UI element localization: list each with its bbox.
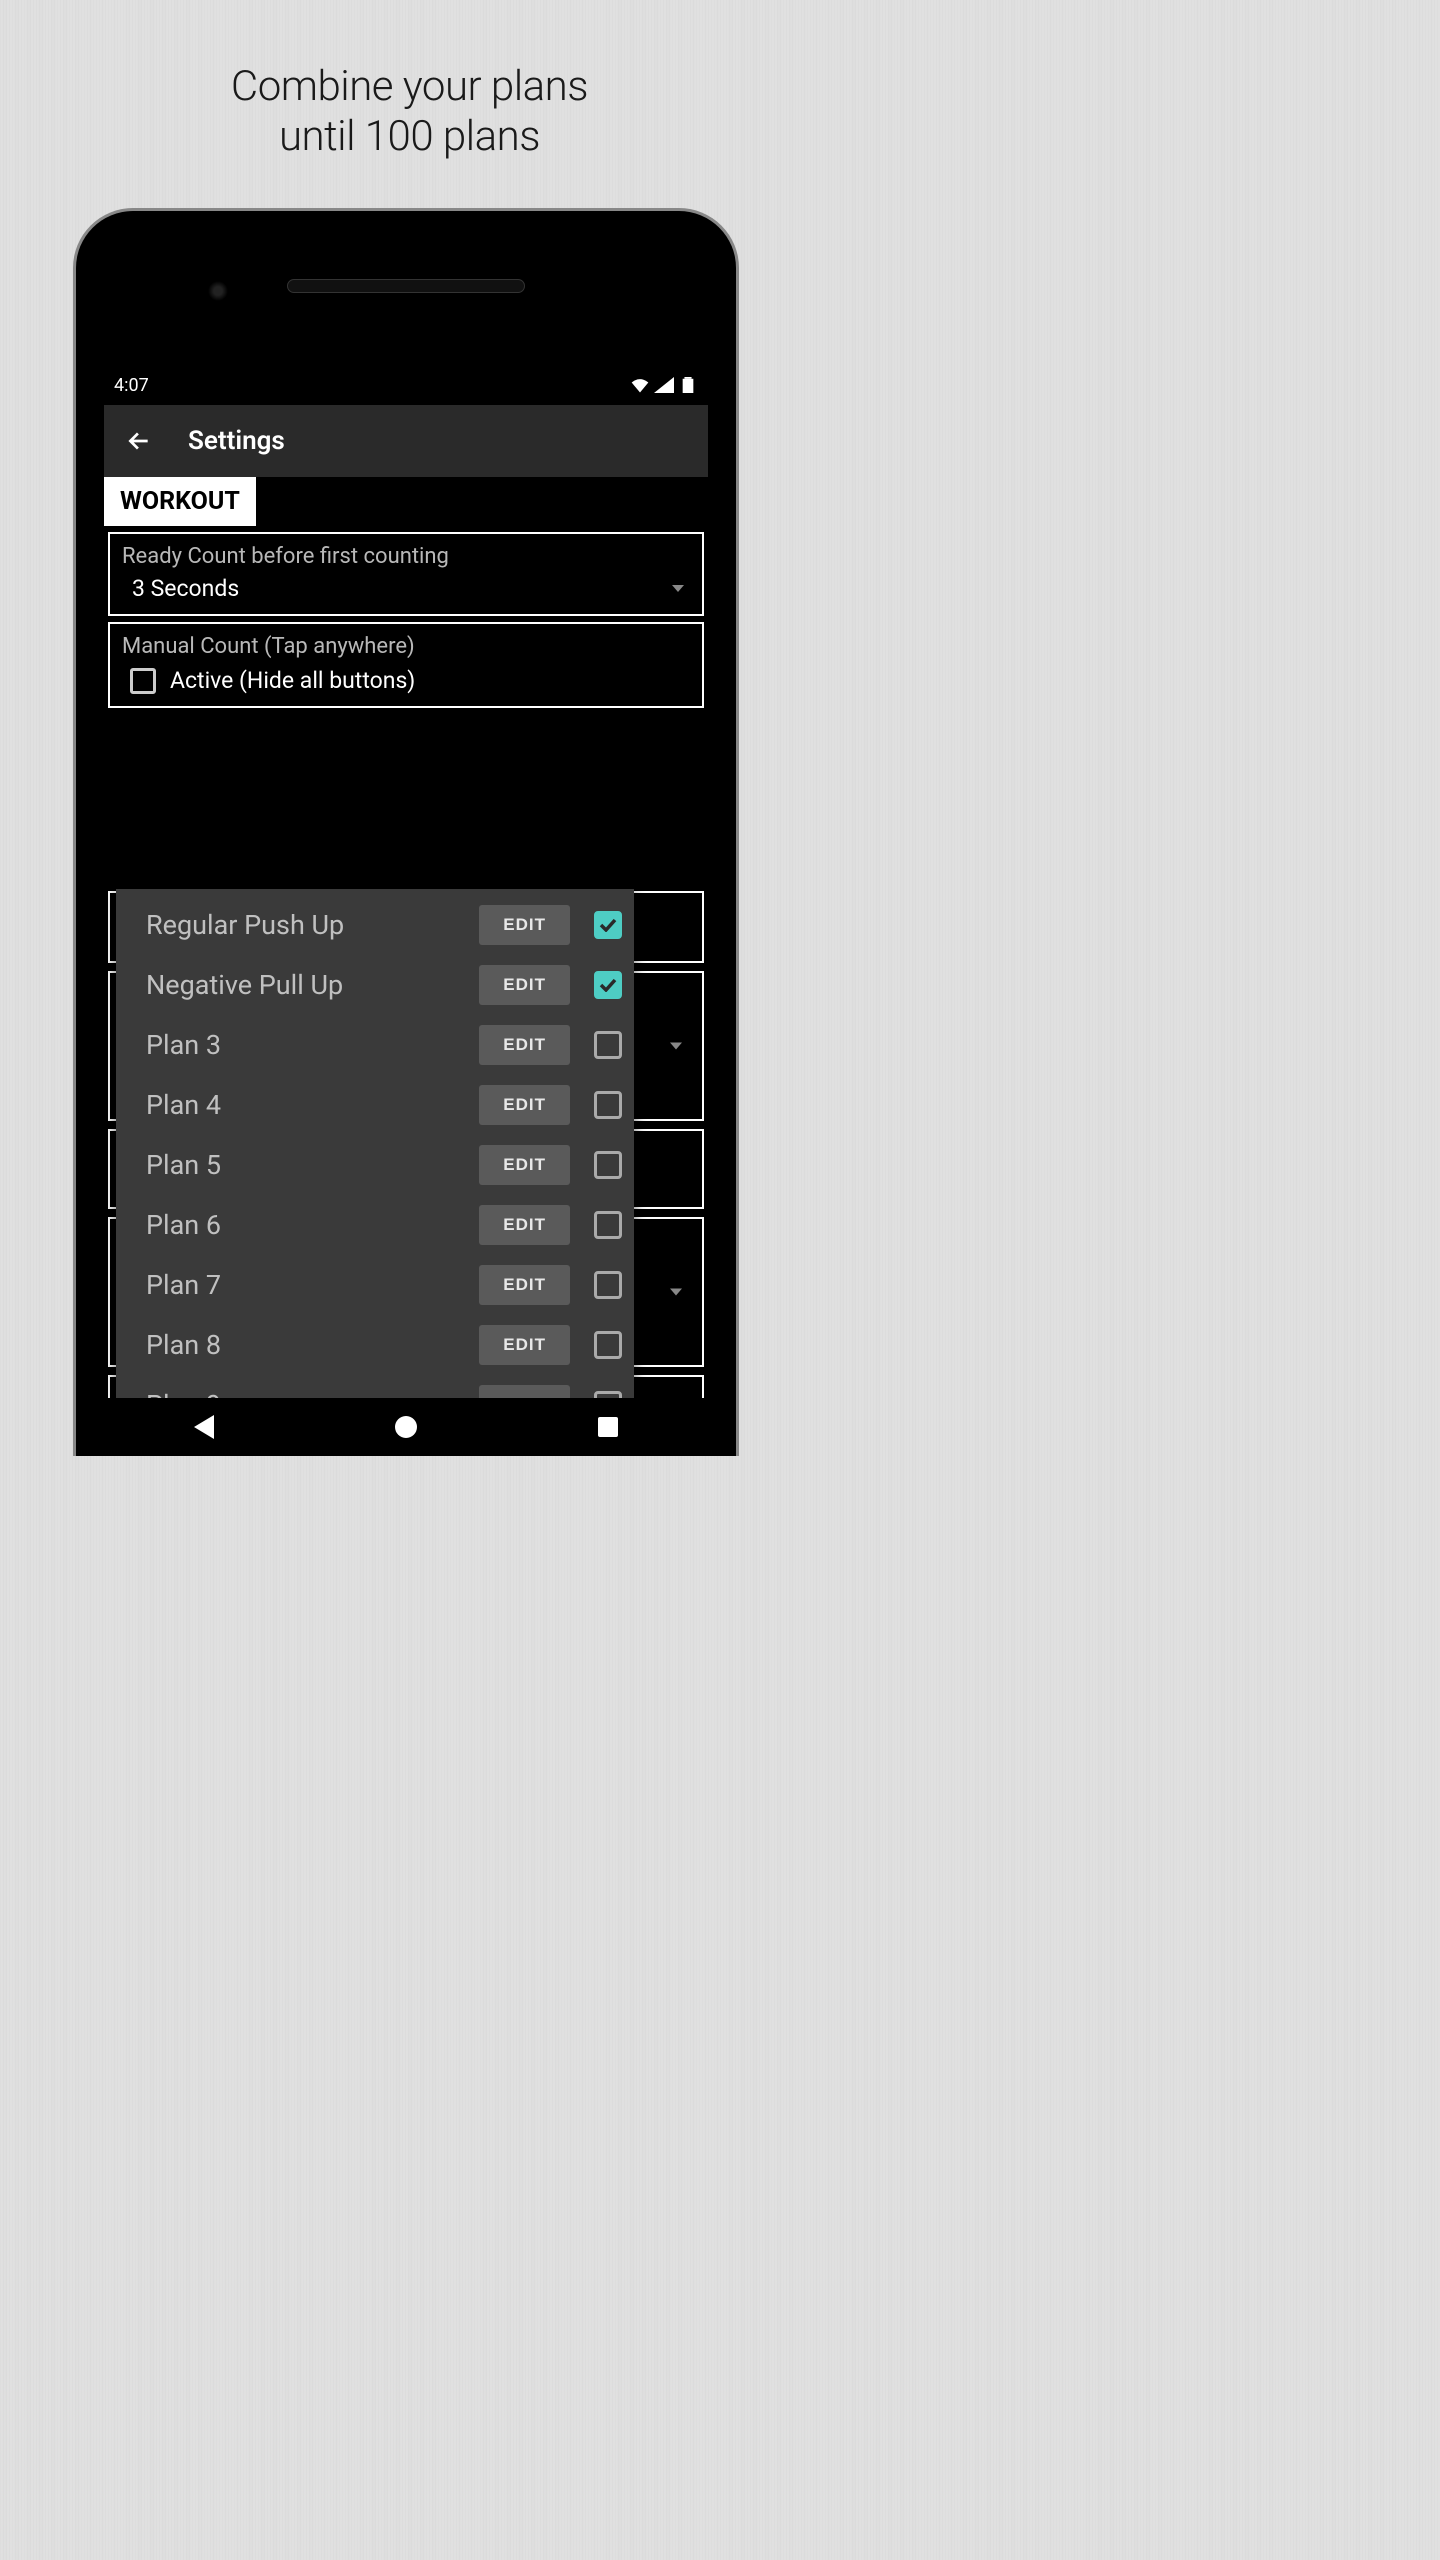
- status-time: 4:07: [114, 375, 149, 396]
- android-nav-bar: [104, 1398, 708, 1456]
- chevron-down-icon: [672, 585, 684, 592]
- ready-count-dropdown[interactable]: 3 Seconds: [122, 573, 690, 602]
- tab-workout[interactable]: WORKOUT: [104, 477, 256, 526]
- plan-name-label: Plan 4: [146, 1089, 469, 1121]
- plan-checkbox[interactable]: [594, 1091, 622, 1119]
- plan-checkbox[interactable]: [594, 971, 622, 999]
- plan-checkbox[interactable]: [594, 1151, 622, 1179]
- manual-count-block: Manual Count (Tap anywhere) Active (Hide…: [108, 622, 704, 708]
- status-icons: [630, 377, 698, 393]
- nav-back-icon[interactable]: [194, 1415, 214, 1439]
- signal-icon: [654, 377, 674, 393]
- ready-count-value: 3 Seconds: [132, 575, 239, 602]
- settings-body: Ready Count before first counting 3 Seco…: [104, 532, 708, 708]
- plan-name-label: Plan 6: [146, 1209, 469, 1241]
- plan-checkbox[interactable]: [594, 911, 622, 939]
- plan-name-label: Negative Pull Up: [146, 969, 469, 1001]
- plan-name-label: Plan 7: [146, 1269, 469, 1301]
- plans-popup: Regular Push UpEDITNegative Pull UpEDITP…: [116, 889, 634, 1456]
- status-bar: 4:07: [104, 365, 708, 405]
- edit-button[interactable]: EDIT: [479, 1265, 570, 1305]
- edit-button[interactable]: EDIT: [479, 1325, 570, 1365]
- headline-line2: until 100 plans: [279, 112, 540, 161]
- page-title: Settings: [188, 426, 285, 456]
- edit-button[interactable]: EDIT: [479, 1025, 570, 1065]
- edit-button[interactable]: EDIT: [479, 905, 570, 945]
- plan-name-label: Regular Push Up: [146, 909, 469, 941]
- plan-name-label: Plan 3: [146, 1029, 469, 1061]
- camera-icon: [208, 281, 228, 301]
- chevron-down-icon: [670, 1289, 682, 1296]
- screen: 4:07 Settings WORKOUT Ready Count before…: [104, 365, 708, 1456]
- ready-count-label: Ready Count before first counting: [122, 544, 690, 569]
- edit-button[interactable]: EDIT: [479, 1145, 570, 1185]
- plan-row: Plan 8 EDIT: [116, 1315, 634, 1375]
- edit-button[interactable]: EDIT: [479, 965, 570, 1005]
- manual-count-label: Manual Count (Tap anywhere): [122, 634, 690, 659]
- manual-count-checkbox-row[interactable]: Active (Hide all buttons): [122, 663, 690, 694]
- edit-button[interactable]: EDIT: [479, 1205, 570, 1245]
- nav-recent-icon[interactable]: [598, 1417, 618, 1437]
- checkmark-icon: [599, 918, 617, 932]
- phone-frame: 4:07 Settings WORKOUT Ready Count before…: [73, 208, 739, 1456]
- plan-name-label: Plan 8: [146, 1329, 469, 1361]
- plan-row: Plan 5 EDIT: [116, 1135, 634, 1195]
- tab-row: WORKOUT: [104, 477, 708, 526]
- plan-row: Negative Pull Up EDIT: [116, 955, 634, 1015]
- app-bar: Settings: [104, 405, 708, 477]
- plan-name-label: Plan 5: [146, 1149, 469, 1181]
- chevron-down-icon: [670, 1043, 682, 1050]
- checkbox-icon[interactable]: [130, 668, 156, 694]
- nav-home-icon[interactable]: [395, 1416, 417, 1438]
- wifi-icon: [630, 377, 650, 393]
- plan-checkbox[interactable]: [594, 1331, 622, 1359]
- edit-button[interactable]: EDIT: [479, 1085, 570, 1125]
- plan-checkbox[interactable]: [594, 1271, 622, 1299]
- battery-icon: [678, 377, 698, 393]
- headline-line1: Combine your plans: [231, 62, 588, 111]
- plan-row: Plan 7 EDIT: [116, 1255, 634, 1315]
- marketing-headline: Combine your plans until 100 plans: [0, 0, 819, 163]
- plan-row: Plan 6 EDIT: [116, 1195, 634, 1255]
- plan-checkbox[interactable]: [594, 1031, 622, 1059]
- manual-count-checkbox-label: Active (Hide all buttons): [170, 667, 415, 694]
- back-arrow-icon[interactable]: [126, 428, 152, 454]
- phone-bezel: 4:07 Settings WORKOUT Ready Count before…: [90, 225, 722, 1456]
- plan-checkbox[interactable]: [594, 1211, 622, 1239]
- plan-row: Plan 4 EDIT: [116, 1075, 634, 1135]
- speaker-grille: [287, 279, 525, 293]
- ready-count-block[interactable]: Ready Count before first counting 3 Seco…: [108, 532, 704, 616]
- plan-row: Regular Push Up EDIT: [116, 895, 634, 955]
- plan-row: Plan 3 EDIT: [116, 1015, 634, 1075]
- checkmark-icon: [599, 978, 617, 992]
